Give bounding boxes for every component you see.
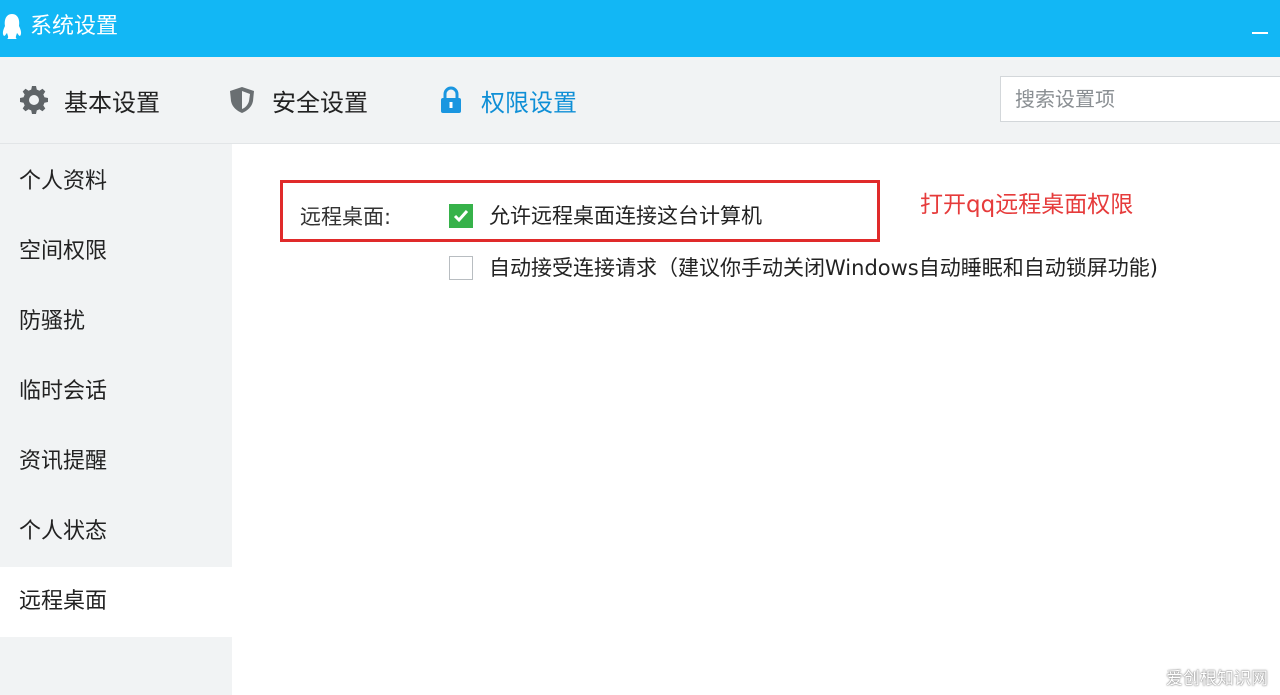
shield-icon xyxy=(230,87,254,113)
sidebar-item-profile[interactable]: 个人资料 xyxy=(0,147,232,217)
sidebar-item-space-permissions[interactable]: 空间权限 xyxy=(0,217,232,287)
sidebar-item-anti-harassment[interactable]: 防骚扰 xyxy=(0,287,232,357)
sidebar-item-news-reminder[interactable]: 资讯提醒 xyxy=(0,427,232,497)
top-nav: 基本设置 安全设置 权限设置 xyxy=(0,57,1280,144)
tab-label: 安全设置 xyxy=(272,88,368,117)
sidebar-item-remote-desktop[interactable]: 远程桌面 xyxy=(0,567,232,637)
tab-label: 权限设置 xyxy=(481,88,577,117)
lock-icon xyxy=(441,86,461,113)
watermark: 爱创根知识网 xyxy=(1166,669,1268,689)
qq-logo-icon xyxy=(2,14,22,39)
sidebar-item-personal-status[interactable]: 个人状态 xyxy=(0,497,232,567)
allow-remote-label[interactable]: 允许远程桌面连接这台计算机 xyxy=(489,201,762,231)
allow-remote-checkbox[interactable] xyxy=(449,204,473,228)
tab-basic-settings[interactable]: 基本设置 xyxy=(18,82,160,118)
auto-accept-label[interactable]: 自动接受连接请求（建议你手动关闭Windows自动睡眠和自动锁屏功能) xyxy=(489,253,1158,283)
tab-security-settings[interactable]: 安全设置 xyxy=(226,82,368,118)
settings-window: 系统设置 基本设置 安全设置 权限设置 搜索设置项 个人资料 空间权限 防骚扰 … xyxy=(0,0,1280,695)
window-title: 系统设置 xyxy=(30,14,119,39)
tab-permission-settings[interactable]: 权限设置 xyxy=(435,82,577,118)
sidebar: 个人资料 空间权限 防骚扰 临时会话 资讯提醒 个人状态 远程桌面 xyxy=(0,144,232,695)
minimize-icon[interactable] xyxy=(1252,22,1268,36)
section-label: 远程桌面: xyxy=(300,205,392,229)
title-bar: 系统设置 xyxy=(0,0,1280,57)
gear-icon xyxy=(20,86,48,114)
annotation-text: 打开qq远程桌面权限 xyxy=(920,192,1134,218)
checkmark-icon xyxy=(453,210,469,223)
sidebar-item-temp-chat[interactable]: 临时会话 xyxy=(0,357,232,427)
auto-accept-checkbox[interactable] xyxy=(449,256,473,280)
search-input[interactable] xyxy=(1000,76,1280,122)
settings-content: 远程桌面: 允许远程桌面连接这台计算机 自动接受连接请求（建议你手动关闭Wind… xyxy=(232,144,1280,695)
tab-label: 基本设置 xyxy=(64,88,160,117)
